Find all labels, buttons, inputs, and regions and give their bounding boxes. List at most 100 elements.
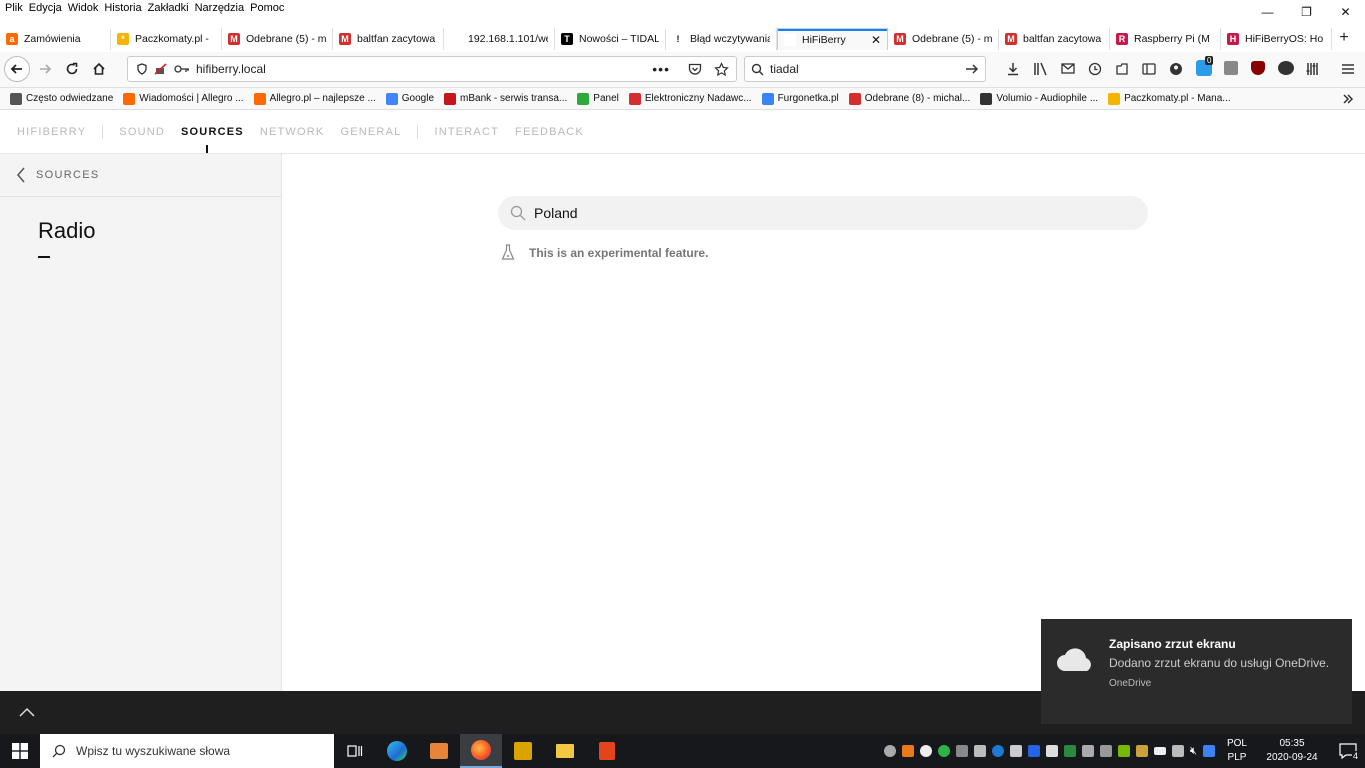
menu-narzedzia[interactable]: Narzędzia bbox=[194, 0, 250, 14]
tray-onedrive-icon[interactable] bbox=[920, 745, 933, 757]
tray-battery-icon[interactable] bbox=[1154, 747, 1167, 755]
input-language[interactable]: POL PLP bbox=[1227, 737, 1247, 765]
nav-sources[interactable]: SOURCES bbox=[181, 126, 244, 138]
chevron-up-icon[interactable] bbox=[18, 706, 36, 718]
browser-tab[interactable]: 192.168.1.101/web/a bbox=[444, 28, 555, 50]
nav-interact[interactable]: INTERACT bbox=[434, 126, 499, 138]
back-button[interactable] bbox=[4, 56, 30, 82]
page-actions-icon[interactable]: ••• bbox=[652, 61, 670, 77]
bookmark-item[interactable]: Często odwiedzane bbox=[10, 92, 113, 105]
tray-speaker-muted-icon[interactable]: 🔇︎ bbox=[1190, 745, 1197, 758]
browser-tab[interactable]: M Odebrane (5) - m bbox=[888, 28, 999, 50]
account-icon[interactable] bbox=[1169, 62, 1183, 76]
tray-app2-icon[interactable] bbox=[1136, 745, 1149, 757]
bookmark-item[interactable]: Elektroniczny Nadawc... bbox=[628, 92, 752, 105]
menu-edycja[interactable]: Edycja bbox=[28, 0, 67, 14]
mail-icon[interactable] bbox=[1061, 63, 1075, 74]
tray-printer-icon[interactable] bbox=[1100, 745, 1113, 757]
tray-keyboard-icon[interactable] bbox=[1202, 745, 1215, 757]
radio-search-input[interactable] bbox=[534, 205, 1094, 221]
hamburger-menu-icon[interactable] bbox=[1341, 63, 1355, 75]
go-arrow-icon[interactable] bbox=[965, 63, 979, 75]
browser-tab[interactable]: HiFiBerry ✕ bbox=[777, 28, 888, 50]
star-icon[interactable] bbox=[714, 61, 729, 77]
nav-brand[interactable]: HIFIBERRY bbox=[17, 126, 86, 138]
menu-zakladki[interactable]: Zakładki bbox=[147, 0, 194, 14]
tray-skype-icon[interactable] bbox=[884, 745, 897, 757]
nav-network[interactable]: NETWORK bbox=[260, 126, 325, 138]
reload-button[interactable] bbox=[59, 56, 85, 82]
chevron-double-right-icon[interactable] bbox=[1342, 93, 1354, 105]
extension-dark-icon[interactable] bbox=[1278, 61, 1294, 75]
tray-usb-icon[interactable] bbox=[1010, 745, 1023, 757]
bookmark-item[interactable]: Odebrane (8) - michal... bbox=[848, 92, 970, 105]
bookmark-item[interactable]: Google bbox=[385, 92, 434, 105]
url-text[interactable]: hifiberry.local bbox=[196, 62, 266, 76]
web-search-text[interactable]: tiadal bbox=[770, 62, 799, 76]
onedrive-notification[interactable]: Zapisano zrzut ekranu Dodano zrzut ekran… bbox=[1041, 619, 1352, 724]
home-button[interactable] bbox=[86, 56, 112, 82]
browser-tab[interactable]: M Odebrane (5) - m bbox=[222, 28, 333, 50]
clock-icon[interactable] bbox=[1088, 62, 1102, 76]
close-tab-icon[interactable]: ✕ bbox=[871, 33, 881, 47]
browser-tab[interactable]: Mbaltfan zacytowa bbox=[333, 28, 444, 50]
nav-feedback[interactable]: FEEDBACK bbox=[515, 126, 584, 138]
taskbar-office[interactable] bbox=[586, 734, 628, 768]
nav-sound[interactable]: SOUND bbox=[119, 126, 165, 138]
tray-bluetooth-icon[interactable] bbox=[992, 745, 1005, 757]
tray-app-icon[interactable] bbox=[902, 745, 915, 757]
tray-green-icon[interactable] bbox=[938, 745, 951, 757]
tray-nvidia-icon[interactable] bbox=[1118, 745, 1131, 757]
bookmark-item[interactable]: Panel bbox=[577, 92, 619, 105]
pocket-icon[interactable] bbox=[688, 63, 702, 76]
insecure-lock-icon[interactable] bbox=[154, 63, 168, 75]
taskbar-media-player[interactable] bbox=[418, 734, 460, 768]
browser-tab[interactable]: a Zamówienia bbox=[0, 28, 111, 50]
tray-shield-icon[interactable] bbox=[1028, 745, 1041, 757]
screenshot-icon[interactable] bbox=[1115, 62, 1129, 76]
shield-icon[interactable] bbox=[136, 63, 148, 75]
tray-power-icon[interactable] bbox=[1172, 745, 1185, 757]
web-search-bar[interactable]: tiadal bbox=[744, 56, 986, 82]
taskbar-search[interactable]: Wpisz tu wyszukiwane słowa bbox=[40, 734, 334, 768]
browser-tab[interactable]: H HiFiBerryOS: Ho bbox=[1221, 28, 1332, 50]
tray-wifi-icon[interactable] bbox=[1082, 745, 1095, 757]
menu-plik[interactable]: Plik bbox=[4, 0, 28, 14]
restore-button[interactable]: ❐ bbox=[1287, 0, 1326, 26]
taskbar-edge[interactable] bbox=[376, 734, 418, 768]
tray-disk-icon[interactable] bbox=[956, 745, 969, 757]
back-to-sources-button[interactable]: SOURCES bbox=[0, 154, 282, 197]
browser-tab[interactable]: * Paczkomaty.pl - bbox=[111, 28, 222, 50]
download-icon[interactable] bbox=[1006, 62, 1020, 76]
url-bar[interactable]: hifiberry.local ••• bbox=[127, 56, 737, 82]
radio-search-box[interactable] bbox=[498, 196, 1148, 230]
menu-historia[interactable]: Historia bbox=[103, 0, 146, 14]
library-icon[interactable] bbox=[1033, 62, 1048, 76]
taskbar-app-yellow[interactable] bbox=[502, 734, 544, 768]
browser-tab[interactable]: Mbaltfan zacytowa bbox=[999, 28, 1110, 50]
forward-button[interactable] bbox=[32, 56, 58, 82]
tray-network-icon[interactable] bbox=[974, 745, 987, 757]
bookmark-item[interactable]: Allegro.pl – najlepsze ... bbox=[253, 92, 376, 105]
browser-tab[interactable]: T Nowości – TIDAL bbox=[555, 28, 666, 50]
tray-windows-icon[interactable] bbox=[1046, 745, 1059, 757]
ublock-icon[interactable] bbox=[1251, 61, 1265, 75]
bookmark-item[interactable]: mBank - serwis transa... bbox=[444, 92, 567, 105]
equalizer-icon[interactable] bbox=[1306, 62, 1320, 76]
bookmark-item[interactable]: Furgonetka.pl bbox=[761, 92, 839, 105]
extension-gray-icon[interactable] bbox=[1224, 61, 1238, 75]
bookmark-item[interactable]: Paczkomaty.pl - Mana... bbox=[1108, 92, 1231, 105]
taskbar-file-explorer[interactable] bbox=[544, 734, 586, 768]
bookmark-item[interactable]: Volumio - Audiophile ... bbox=[980, 92, 1098, 105]
new-tab-button[interactable]: + bbox=[1332, 28, 1356, 50]
browser-tab[interactable]: ! Błąd wczytywania bbox=[666, 28, 777, 50]
close-window-button[interactable]: ✕ bbox=[1326, 0, 1365, 26]
tray-security-icon[interactable] bbox=[1064, 745, 1077, 757]
sidebar-icon[interactable] bbox=[1142, 62, 1156, 76]
minimize-button[interactable]: — bbox=[1248, 0, 1287, 26]
key-icon[interactable] bbox=[174, 64, 190, 74]
menu-pomoc[interactable]: Pomoc bbox=[249, 0, 289, 14]
menu-widok[interactable]: Widok bbox=[67, 0, 104, 14]
start-button[interactable] bbox=[0, 734, 40, 768]
clock[interactable]: 05:35 2020-09-24 bbox=[1263, 737, 1321, 765]
